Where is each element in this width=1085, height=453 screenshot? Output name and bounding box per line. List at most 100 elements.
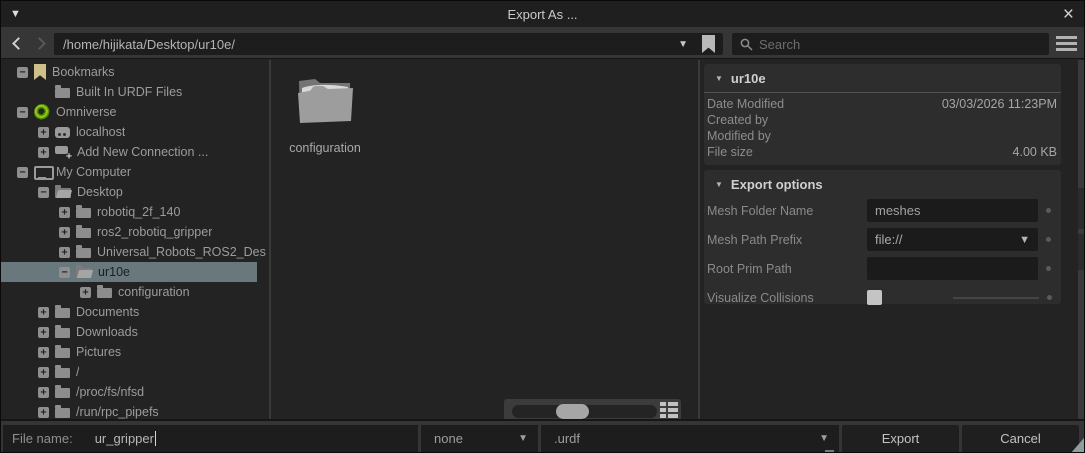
expand-icon[interactable]	[38, 386, 49, 398]
reset-indicator[interactable]	[1046, 266, 1051, 271]
tree-item-run-rpc-pipefs[interactable]: /run/rpc_pipefs	[1, 402, 269, 419]
computer-icon	[34, 165, 54, 180]
slider-thumb[interactable]	[556, 403, 589, 419]
tree-item-robotiq-2f-140[interactable]: robotiq_2f_140	[1, 202, 269, 222]
file-name-field[interactable]: File name: ur_gripper	[3, 425, 418, 452]
search-input[interactable]	[759, 36, 1009, 52]
info-row-file-size: File size 4.00 KB	[707, 145, 1057, 159]
big-folder-icon	[298, 79, 353, 123]
path-value[interactable]: /home/hijikata/Desktop/ur10e/	[63, 37, 678, 52]
path-dropdown-icon[interactable]: ▼	[678, 39, 688, 50]
thumbnail-zoom-slider[interactable]	[512, 403, 657, 419]
expand-icon[interactable]	[38, 326, 49, 338]
tree-item-pictures[interactable]: Pictures	[1, 342, 269, 362]
option-row-visualize-collisions: Visualize Collisions	[704, 283, 1061, 312]
mesh-folder-name-input[interactable]	[867, 199, 1038, 222]
folder-icon	[97, 285, 112, 298]
title-bar: ▼ Export As ... ×	[1, 1, 1084, 27]
tree-item-downloads[interactable]: Downloads	[1, 322, 269, 342]
collapse-icon[interactable]	[59, 266, 70, 278]
section-header[interactable]: ▼ ur10e	[704, 64, 1061, 90]
expand-icon[interactable]	[59, 246, 70, 258]
dropdown-arrow-icon: ▼	[819, 433, 829, 444]
path-field[interactable]: /home/hijikata/Desktop/ur10e/ ▼	[54, 33, 723, 55]
server-icon	[55, 127, 70, 138]
collapse-icon[interactable]	[17, 66, 28, 78]
tree-item-universal-robots-ros2[interactable]: Universal_Robots_ROS2_Des	[1, 242, 269, 262]
tree-item-localhost[interactable]: localhost	[1, 122, 269, 142]
omniverse-logo-icon	[34, 104, 50, 120]
folder-icon	[55, 305, 70, 318]
expand-icon[interactable]	[38, 126, 49, 138]
option-row-root-prim-path: Root Prim Path	[704, 254, 1061, 283]
tree-item-desktop[interactable]: Desktop	[1, 182, 269, 202]
expand-icon[interactable]	[59, 226, 70, 238]
cancel-button[interactable]: Cancel	[962, 425, 1079, 452]
folder-open-icon	[55, 185, 71, 198]
close-icon[interactable]: ×	[1063, 1, 1074, 27]
expand-icon[interactable]	[80, 286, 91, 298]
reset-indicator[interactable]	[1047, 295, 1052, 300]
tree-item-built-in-urdf-files[interactable]: Built In URDF Files	[1, 82, 269, 102]
export-button[interactable]: Export	[842, 425, 959, 452]
grid-view-icon[interactable]	[660, 402, 678, 419]
folder-icon	[55, 385, 70, 398]
collapse-triangle-icon[interactable]: ▼	[715, 74, 723, 83]
menu-icon[interactable]	[1056, 36, 1077, 51]
dropdown-arrow-icon: ▼	[1019, 233, 1030, 246]
options-dropdown[interactable]: none ▼	[421, 425, 538, 452]
folder-icon	[55, 365, 70, 378]
tree-item-proc-fs-nfsd[interactable]: /proc/fs/nfsd	[1, 382, 269, 402]
collapse-icon[interactable]	[17, 166, 28, 178]
option-row-mesh-path-prefix: Mesh Path Prefix file:// ▼	[704, 225, 1061, 254]
expand-icon[interactable]	[38, 366, 49, 378]
file-item-configuration[interactable]: configuration	[286, 72, 364, 156]
value-line	[953, 297, 1039, 299]
mesh-path-prefix-dropdown[interactable]: file:// ▼	[867, 228, 1038, 251]
visualize-collisions-checkbox[interactable]	[867, 290, 882, 305]
tree-item-ros2-robotiq-gripper[interactable]: ros2_robotiq_gripper	[1, 222, 269, 242]
add-connection-icon	[55, 145, 72, 162]
option-row-mesh-folder-name: Mesh Folder Name	[704, 196, 1061, 225]
text-cursor	[154, 431, 156, 446]
expand-icon[interactable]	[38, 406, 49, 418]
tree-item-add-new-connection[interactable]: Add New Connection ...	[1, 142, 269, 162]
tree-item-my-computer[interactable]: My Computer	[1, 162, 269, 182]
panel-splitter[interactable]	[698, 60, 700, 419]
collapse-icon[interactable]	[17, 106, 28, 118]
selection-info-section: ▼ ur10e Date Modified 03/03/2026 11:23PM…	[704, 64, 1061, 165]
tree-item-bookmarks[interactable]: Bookmarks	[1, 62, 269, 82]
folder-icon	[55, 345, 70, 358]
info-row-created-by: Created by	[707, 113, 769, 127]
folder-icon	[76, 205, 91, 218]
footer-bar: File name: ur_gripper none ▼ .urdf ▼ Exp…	[1, 419, 1084, 452]
folder-open-icon	[76, 265, 92, 278]
tree-item-root[interactable]: /	[1, 362, 269, 382]
expand-icon[interactable]	[38, 306, 49, 318]
extension-dropdown[interactable]: .urdf ▼	[541, 425, 839, 452]
root-prim-path-input[interactable]	[867, 257, 1038, 280]
expand-icon[interactable]	[38, 346, 49, 358]
tree-item-documents[interactable]: Documents	[1, 302, 269, 322]
vertical-scrollbar[interactable]	[1078, 60, 1084, 419]
file-name-value[interactable]: ur_gripper	[95, 431, 154, 446]
info-row-modified-by: Modified by	[707, 129, 771, 143]
selection-title: ur10e	[730, 71, 766, 86]
expand-icon[interactable]	[38, 146, 49, 158]
reset-indicator[interactable]	[1046, 237, 1051, 242]
section-header[interactable]: ▼ Export options	[704, 170, 1061, 196]
tree-item-ur10e[interactable]: ur10e	[1, 262, 257, 282]
search-field[interactable]	[732, 33, 1049, 55]
folder-icon	[76, 245, 91, 258]
collapse-triangle-icon[interactable]: ▼	[715, 180, 723, 189]
tree-item-omniverse[interactable]: Omniverse	[1, 102, 269, 122]
export-options-title: Export options	[730, 177, 823, 192]
bookmark-icon[interactable]	[702, 35, 715, 53]
expand-icon[interactable]	[59, 206, 70, 218]
tree-item-configuration[interactable]: configuration	[1, 282, 269, 302]
reset-indicator[interactable]	[1046, 208, 1051, 213]
export-options-section: ▼ Export options Mesh Folder Name Mesh P…	[704, 170, 1061, 305]
info-row-date-modified: Date Modified 03/03/2026 11:23PM	[707, 97, 1057, 111]
collapse-icon[interactable]	[38, 186, 49, 198]
